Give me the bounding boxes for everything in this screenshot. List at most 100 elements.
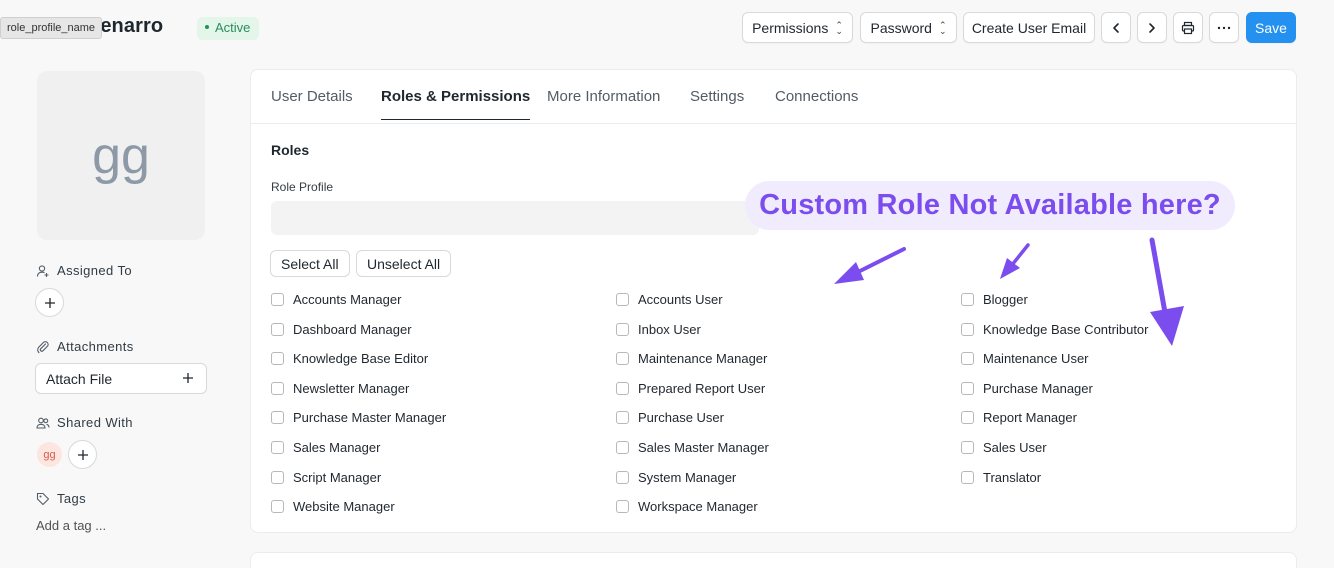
role-checkbox-item[interactable]: Sales User: [961, 440, 1047, 455]
role-label: Sales Manager: [293, 440, 381, 455]
status-text: Active: [215, 20, 251, 35]
add-assignee-button[interactable]: [35, 288, 64, 317]
printer-icon: [1181, 21, 1195, 34]
role-checkbox-item[interactable]: Accounts User: [616, 292, 723, 307]
role-label: Prepared Report User: [638, 381, 766, 396]
unselect-all-button[interactable]: Unselect All: [356, 250, 452, 277]
role-profile-input[interactable]: [271, 201, 759, 235]
role-checkbox[interactable]: [616, 352, 629, 365]
page-header: genarro role_profile_name Active Permiss…: [0, 0, 1334, 56]
role-label: Knowledge Base Editor: [293, 351, 429, 366]
assigned-to-label: Assigned To: [57, 263, 132, 278]
status-badge: Active: [197, 17, 260, 40]
role-checkbox-item[interactable]: Inbox User: [616, 322, 701, 337]
role-checkbox[interactable]: [961, 323, 974, 336]
add-tag-link[interactable]: Add a tag ...: [36, 518, 106, 533]
role-checkbox-item[interactable]: Dashboard Manager: [271, 322, 412, 337]
role-checkbox[interactable]: [616, 411, 629, 424]
roles-section-title: Roles: [271, 142, 310, 158]
role-checkbox[interactable]: [616, 500, 629, 513]
select-all-button[interactable]: Select All: [270, 250, 350, 277]
status-dot-icon: [205, 24, 209, 29]
save-button[interactable]: Save: [1246, 12, 1296, 43]
role-checkbox[interactable]: [271, 441, 284, 454]
role-checkbox-item[interactable]: Sales Master Manager: [616, 440, 769, 455]
role-checkbox-item[interactable]: Prepared Report User: [616, 381, 765, 396]
role-checkbox-item[interactable]: Newsletter Manager: [271, 381, 409, 396]
tab-bar: User Details Roles & Permissions More In…: [251, 70, 1296, 124]
shared-with-heading: Shared With: [36, 415, 133, 430]
role-checkbox[interactable]: [616, 293, 629, 306]
role-label: Blogger: [983, 292, 1028, 307]
previous-button[interactable]: [1101, 12, 1131, 43]
role-label: Purchase Manager: [983, 381, 1093, 396]
role-label: Dashboard Manager: [293, 322, 412, 337]
role-checkbox[interactable]: [271, 382, 284, 395]
role-checkbox-item[interactable]: Purchase Manager: [961, 381, 1093, 396]
plus-icon: [183, 373, 193, 383]
role-checkbox-item[interactable]: Purchase User: [616, 410, 724, 425]
role-checkbox-item[interactable]: Purchase Master Manager: [271, 410, 446, 425]
role-label: Workspace Manager: [638, 499, 758, 514]
role-checkbox[interactable]: [616, 471, 629, 484]
create-user-email-button[interactable]: Create User Email: [963, 12, 1095, 43]
tab-roles-permissions[interactable]: Roles & Permissions: [381, 88, 531, 120]
more-actions-button[interactable]: [1209, 12, 1239, 43]
print-button[interactable]: [1173, 12, 1203, 43]
user-avatar[interactable]: gg: [37, 71, 205, 240]
shared-user-avatar[interactable]: gg: [37, 442, 62, 467]
role-checkbox-item[interactable]: Maintenance User: [961, 351, 1089, 366]
tab-more-information[interactable]: More Information: [547, 88, 660, 119]
role-checkbox-item[interactable]: Knowledge Base Contributor: [961, 322, 1149, 337]
role-checkbox-item[interactable]: Maintenance Manager: [616, 351, 767, 366]
role-checkbox-item[interactable]: Knowledge Base Editor: [271, 351, 428, 366]
tab-settings[interactable]: Settings: [690, 88, 744, 119]
ellipsis-icon: [1217, 26, 1231, 29]
role-label: Website Manager: [293, 499, 395, 514]
role-checkbox[interactable]: [271, 352, 284, 365]
role-checkbox-item[interactable]: Accounts Manager: [271, 292, 401, 307]
role-checkbox[interactable]: [616, 323, 629, 336]
role-checkbox[interactable]: [961, 293, 974, 306]
role-checkbox[interactable]: [271, 411, 284, 424]
role-checkbox-item[interactable]: Website Manager: [271, 499, 395, 514]
role-checkbox-item[interactable]: Translator: [961, 470, 1041, 485]
role-label: Report Manager: [983, 410, 1077, 425]
tab-user-details[interactable]: User Details: [271, 88, 353, 119]
attachments-heading: Attachments: [36, 339, 134, 354]
role-label: Maintenance User: [983, 351, 1089, 366]
role-checkbox-item[interactable]: Sales Manager: [271, 440, 380, 455]
sort-updown-icon: ⌃ ⌄: [835, 19, 843, 36]
add-share-button[interactable]: [68, 440, 97, 469]
plus-icon: [44, 297, 55, 308]
role-checkbox-item[interactable]: Script Manager: [271, 470, 381, 485]
role-checkbox[interactable]: [616, 382, 629, 395]
attachments-label: Attachments: [57, 339, 134, 354]
role-checkbox[interactable]: [271, 471, 284, 484]
role-label: Accounts Manager: [293, 292, 402, 307]
role-checkbox[interactable]: [961, 382, 974, 395]
attach-file-button[interactable]: Attach File: [35, 363, 207, 394]
role-label: Inbox User: [638, 322, 701, 337]
password-button[interactable]: Password ⌃ ⌄: [860, 12, 957, 43]
role-checkbox[interactable]: [271, 293, 284, 306]
tag-icon: [36, 492, 50, 505]
role-checkbox[interactable]: [961, 411, 974, 424]
role-label: Accounts User: [638, 292, 723, 307]
role-label: Knowledge Base Contributor: [983, 322, 1149, 337]
role-checkbox-item[interactable]: Workspace Manager: [616, 499, 758, 514]
attach-file-label: Attach File: [46, 371, 113, 387]
permissions-button[interactable]: Permissions ⌃ ⌄: [742, 12, 853, 43]
role-checkbox-item[interactable]: Report Manager: [961, 410, 1077, 425]
user-plus-icon: [36, 264, 49, 277]
role-checkbox-item[interactable]: System Manager: [616, 470, 736, 485]
role-checkbox[interactable]: [271, 323, 284, 336]
role-checkbox[interactable]: [961, 352, 974, 365]
role-checkbox[interactable]: [961, 441, 974, 454]
role-checkbox[interactable]: [961, 471, 974, 484]
role-checkbox-item[interactable]: Blogger: [961, 292, 1028, 307]
role-checkbox[interactable]: [271, 500, 284, 513]
tab-connections[interactable]: Connections: [775, 88, 858, 119]
role-checkbox[interactable]: [616, 441, 629, 454]
next-button[interactable]: [1137, 12, 1167, 43]
